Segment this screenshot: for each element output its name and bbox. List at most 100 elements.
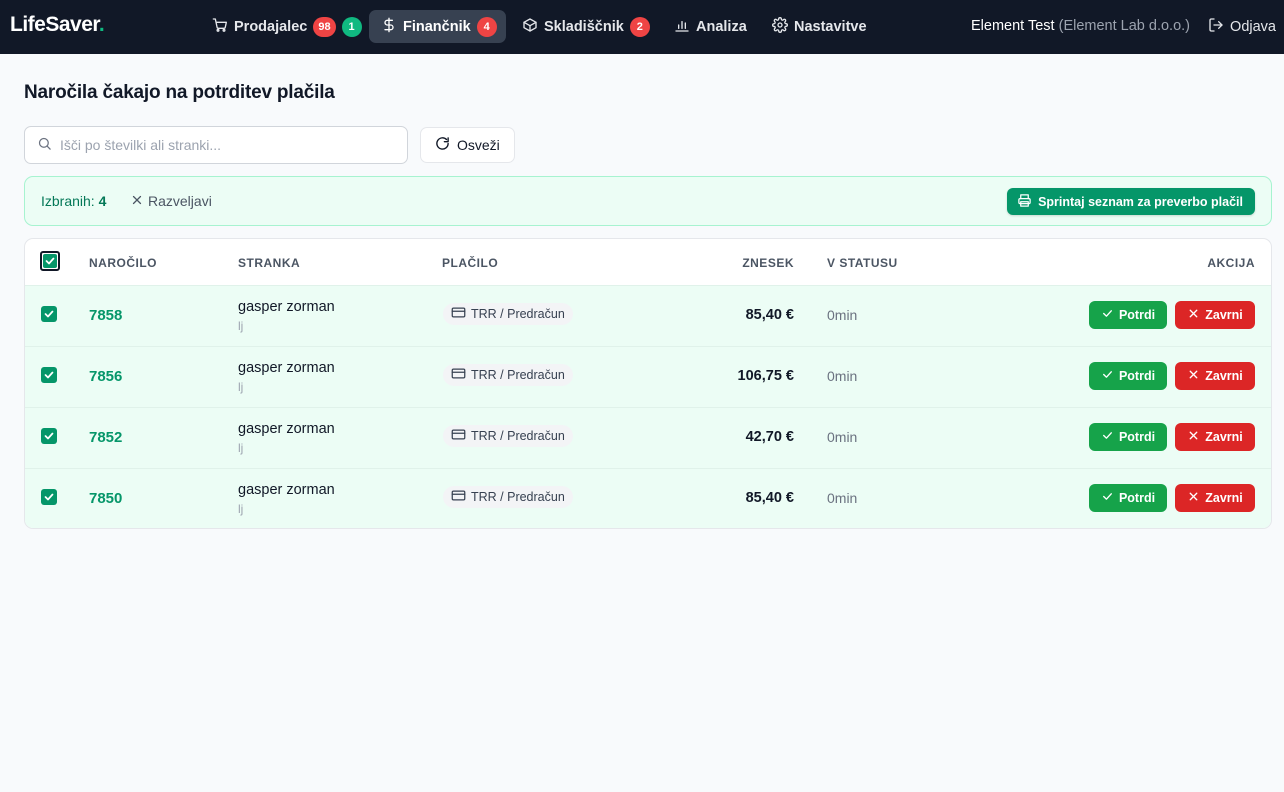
nav-item-skladiscnik[interactable]: Skladiščnik 2: [510, 10, 662, 43]
user-name: Element Test: [971, 18, 1055, 34]
table-header: NAROČILO STRANKA PLAČILO ZNESEK V STATUS…: [25, 239, 1271, 285]
reject-label: Zavrni: [1205, 308, 1243, 322]
reject-label: Zavrni: [1205, 491, 1243, 505]
refresh-icon: [435, 136, 450, 154]
logout-label: Odjava: [1230, 19, 1276, 35]
nav-item-financnik[interactable]: Finančnik 4: [369, 10, 506, 43]
check-icon: [44, 310, 54, 318]
customer-name: gasper zorman: [238, 360, 335, 376]
user-info: Element Test (Element Lab d.o.o.): [971, 18, 1190, 34]
top-nav: LifeSaver. Prodajalec 98 1 Finančnik 4 S…: [0, 0, 1284, 54]
logo-text: LifeSaver: [10, 13, 99, 36]
order-number-link[interactable]: 7856: [89, 368, 122, 385]
customer-name: gasper zorman: [238, 299, 335, 315]
payment-method: TRR / Predračun: [471, 490, 565, 504]
payment-method: TRR / Predračun: [471, 429, 565, 443]
credit-card-icon: [451, 366, 466, 384]
selection-count-value: 4: [98, 193, 107, 209]
selection-count: Izbranih: 4: [41, 193, 106, 209]
header-status: V STATUSU: [827, 256, 898, 270]
refresh-button[interactable]: Osveži: [420, 127, 515, 163]
check-icon: [1101, 307, 1114, 323]
order-number-link[interactable]: 7850: [89, 490, 122, 507]
customer-city: lj: [238, 441, 244, 455]
selection-label: Izbranih:: [41, 193, 95, 209]
confirm-button[interactable]: Potrdi: [1089, 484, 1167, 512]
logout-icon: [1208, 17, 1224, 37]
nav-item-analiza[interactable]: Analiza: [662, 10, 759, 43]
print-list-button[interactable]: Sprintaj seznam za preverbo plačil: [1007, 188, 1255, 215]
order-amount: 85,40 €: [745, 490, 794, 506]
refresh-label: Osveži: [457, 137, 500, 153]
confirm-label: Potrdi: [1118, 491, 1156, 505]
reject-button[interactable]: Zavrni: [1175, 362, 1255, 390]
cart-icon: [212, 17, 228, 37]
status-duration: 0min: [827, 368, 858, 384]
status-duration: 0min: [827, 307, 858, 323]
search-input[interactable]: [60, 137, 390, 153]
order-number-link[interactable]: 7858: [89, 307, 122, 324]
deselect-label: Razveljavi: [148, 193, 212, 209]
row-checkbox[interactable]: [41, 306, 57, 322]
print-list-label: Sprintaj seznam za preverbo plačil: [1038, 194, 1243, 209]
payment-method: TRR / Predračun: [471, 307, 565, 321]
header-amount: ZNESEK: [742, 256, 794, 270]
bar-chart-icon: [674, 17, 690, 37]
payment-method: TRR / Predračun: [471, 368, 565, 382]
table-row[interactable]: 7852 gasper zorman lj TRR / Predračun 42…: [25, 407, 1271, 468]
confirm-button[interactable]: Potrdi: [1089, 301, 1167, 329]
credit-card-icon: [451, 427, 466, 445]
customer-city: lj: [238, 502, 244, 516]
orders-table: NAROČILO STRANKA PLAČILO ZNESEK V STATUS…: [24, 238, 1272, 529]
confirm-label: Potrdi: [1118, 369, 1156, 383]
search-box[interactable]: [24, 126, 408, 164]
gear-icon: [772, 16, 788, 37]
table-row[interactable]: 7858 gasper zorman lj TRR / Predračun 85…: [25, 285, 1271, 346]
credit-card-icon: [451, 488, 466, 506]
table-row[interactable]: 7850 gasper zorman lj TRR / Predračun 85…: [25, 468, 1271, 528]
header-payment: PLAČILO: [442, 256, 499, 270]
confirm-label: Potrdi: [1118, 430, 1156, 444]
nav-label-analiza: Analiza: [696, 18, 747, 35]
check-icon: [44, 432, 54, 440]
logout-button[interactable]: Odjava: [1208, 17, 1276, 37]
customer-name: gasper zorman: [238, 421, 335, 437]
badge-skladiscnik: 2: [629, 16, 650, 37]
confirm-label: Potrdi: [1118, 308, 1156, 322]
close-icon: [1187, 307, 1200, 323]
reject-button[interactable]: Zavrni: [1175, 423, 1255, 451]
search-icon: [37, 136, 52, 154]
check-icon: [1101, 490, 1114, 506]
order-amount: 85,40 €: [745, 307, 794, 323]
row-checkbox[interactable]: [41, 428, 57, 444]
reject-button[interactable]: Zavrni: [1175, 301, 1255, 329]
customer-city: lj: [238, 380, 244, 394]
nav-label-nastavitve: Nastavitve: [794, 18, 867, 35]
deselect-button[interactable]: Razveljavi: [131, 193, 212, 209]
order-amount: 106,75 €: [737, 368, 794, 384]
page-title: Naročila čakajo na potrditev plačila: [24, 82, 335, 103]
badge-prodajalec-green: 1: [341, 16, 362, 37]
confirm-button[interactable]: Potrdi: [1089, 423, 1167, 451]
nav-item-nastavitve[interactable]: Nastavitve: [760, 10, 879, 43]
printer-icon: [1017, 193, 1032, 211]
table-row[interactable]: 7856 gasper zorman lj TRR / Predračun 10…: [25, 346, 1271, 407]
badge-prodajalec-red: 98: [313, 16, 336, 37]
payment-badge: TRR / Predračun: [443, 303, 573, 325]
order-amount: 42,70 €: [745, 429, 794, 445]
nav-item-prodajalec[interactable]: Prodajalec 98 1: [200, 10, 374, 43]
reject-label: Zavrni: [1205, 369, 1243, 383]
row-checkbox[interactable]: [41, 367, 57, 383]
order-number-link[interactable]: 7852: [89, 429, 122, 446]
logo[interactable]: LifeSaver.: [10, 13, 105, 37]
confirm-button[interactable]: Potrdi: [1089, 362, 1167, 390]
reject-button[interactable]: Zavrni: [1175, 484, 1255, 512]
status-duration: 0min: [827, 429, 858, 445]
logo-dot: .: [98, 13, 105, 36]
reject-label: Zavrni: [1205, 430, 1243, 444]
header-action: AKCIJA: [1207, 256, 1255, 270]
customer-name: gasper zorman: [238, 482, 335, 498]
row-checkbox[interactable]: [41, 489, 57, 505]
select-all-checkbox[interactable]: [40, 251, 60, 271]
status-duration: 0min: [827, 490, 858, 506]
